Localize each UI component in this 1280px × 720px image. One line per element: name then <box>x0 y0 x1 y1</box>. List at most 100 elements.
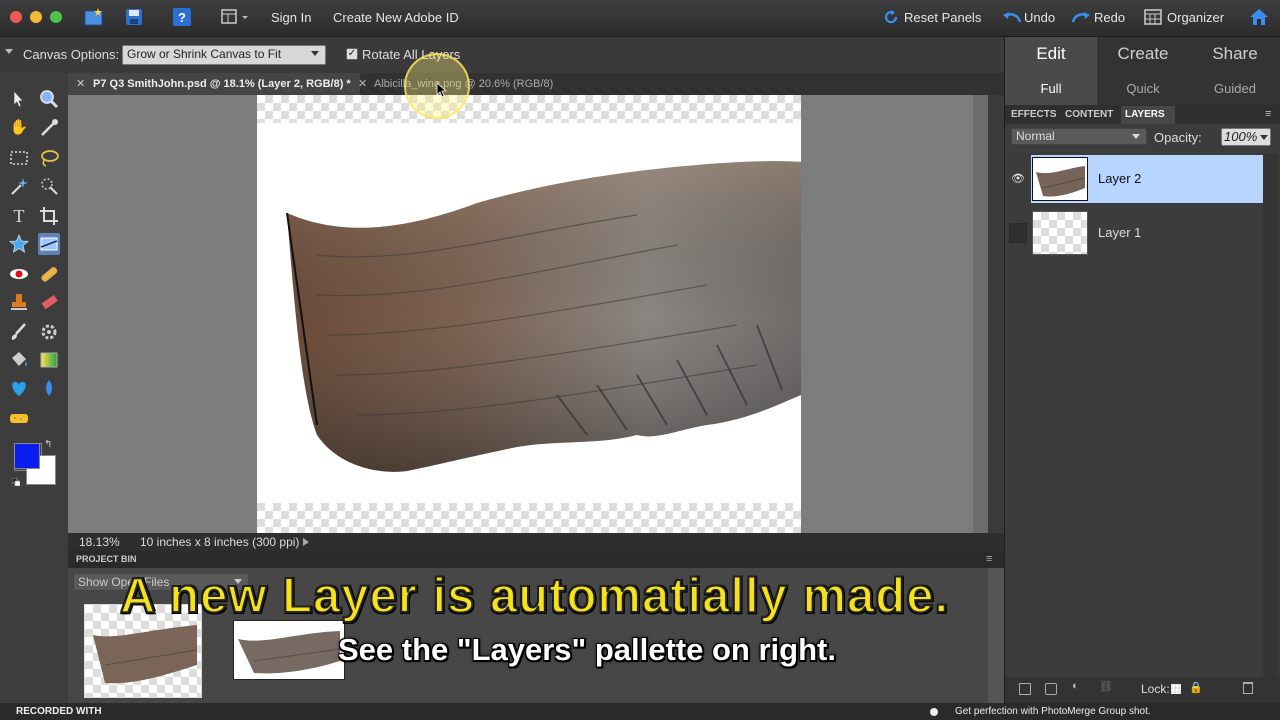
zoom-window-button[interactable] <box>50 11 62 23</box>
help-icon[interactable]: ? <box>172 7 192 27</box>
undo-button[interactable]: Undo <box>1024 10 1055 25</box>
smart-brush-tool-icon[interactable] <box>38 321 60 343</box>
canvas-options-value: Grow or Shrink Canvas to Fit <box>127 47 282 61</box>
layer-row-selected[interactable]: 👁 Layer 2 <box>1007 155 1263 203</box>
layer-row[interactable]: Layer 1 <box>1007 209 1263 257</box>
eye-icon[interactable]: 👁 <box>1011 172 1025 185</box>
crop-tool-icon[interactable] <box>38 205 60 227</box>
rectangular-marquee-tool-icon[interactable] <box>8 147 30 169</box>
close-tab-icon[interactable]: ✕ <box>76 73 85 95</box>
options-menu-icon[interactable] <box>5 49 13 54</box>
vertical-scrollbar[interactable] <box>973 95 988 533</box>
close-tab-icon[interactable]: ✕ <box>358 73 367 95</box>
default-colors-icon[interactable] <box>11 475 21 487</box>
tab-guided[interactable]: Guided <box>1189 73 1280 105</box>
sponge-tool-icon[interactable] <box>8 407 30 429</box>
red-eye-tool-icon[interactable] <box>8 263 30 285</box>
tool-options-bar: Canvas Options: Grow or Shrink Canvas to… <box>0 37 1004 74</box>
organizer-button[interactable]: Organizer <box>1167 10 1224 25</box>
new-layer-icon[interactable] <box>1019 683 1031 695</box>
panel-menu-icon[interactable]: ≡ <box>1265 109 1271 120</box>
move-tool-icon[interactable] <box>8 88 30 110</box>
document-tab-bar: ✕ P7 Q3 SmithJohn.psd @ 18.1% (Layer 2, … <box>68 73 1004 95</box>
document-size: 10 inches x 8 inches (300 ppi) <box>140 535 300 549</box>
brush-tool-icon[interactable] <box>8 321 30 343</box>
layers-scrollbar[interactable] <box>1263 153 1279 683</box>
lock-transparency-icon[interactable] <box>1171 684 1181 694</box>
hand-tool-icon[interactable]: ✋ <box>8 117 30 139</box>
type-tool-icon[interactable]: T <box>8 205 30 227</box>
tab-content[interactable]: CONTENT <box>1065 108 1117 122</box>
application-bar: ? Sign In Create New Adobe ID Reset Pane… <box>0 0 1280 37</box>
opacity-input[interactable]: 100% <box>1221 128 1271 146</box>
cookie-cutter-tool-icon[interactable] <box>8 233 30 255</box>
straighten-tool-icon[interactable] <box>38 233 60 255</box>
blend-mode-value: Normal <box>1016 129 1055 143</box>
caption-main: A new Layer is automatially made. <box>119 568 950 624</box>
swap-colors-icon[interactable]: ↰ <box>44 439 52 450</box>
clone-stamp-tool-icon[interactable] <box>8 291 30 313</box>
wing-image <box>286 161 801 472</box>
trash-icon[interactable] <box>1243 682 1253 694</box>
zoom-level: 18.13% <box>79 535 120 549</box>
status-menu-icon[interactable] <box>303 538 309 546</box>
tab-create[interactable]: Create <box>1097 37 1189 73</box>
redo-icon <box>1071 10 1091 27</box>
tip-text: Get perfection with PhotoMerge Group sho… <box>955 706 1151 717</box>
create-adobe-id-link[interactable]: Create New Adobe ID <box>333 10 459 25</box>
bin-scrollbar[interactable] <box>988 568 1004 703</box>
bin-thumbnail-wing[interactable] <box>233 620 345 680</box>
layers-footer: ◐ ⛓ Lock: 🔒 <box>1005 677 1280 703</box>
tab-effects[interactable]: EFFECTS <box>1011 108 1059 122</box>
lasso-tool-icon[interactable] <box>38 147 60 169</box>
new-file-icon[interactable] <box>84 7 104 27</box>
opacity-label: Opacity: <box>1154 130 1202 145</box>
close-window-button[interactable] <box>10 11 22 23</box>
chevron-down-icon <box>311 51 319 56</box>
blur-tool-icon[interactable] <box>38 377 60 399</box>
tab-layers[interactable]: LAYERS <box>1121 106 1175 124</box>
project-bin-header: PROJECT BIN ≡ <box>68 551 1004 568</box>
healing-brush-tool-icon[interactable] <box>38 263 60 285</box>
zoom-tool-icon[interactable] <box>38 88 60 110</box>
home-icon[interactable] <box>1249 8 1269 29</box>
tab-share[interactable]: Share <box>1189 37 1280 73</box>
magic-wand-tool-icon[interactable] <box>8 175 30 197</box>
reset-panels-icon <box>883 9 899 28</box>
minimize-window-button[interactable] <box>30 11 42 23</box>
project-bin-title: PROJECT BIN <box>76 554 137 564</box>
foreground-color-fill <box>14 443 40 469</box>
blend-mode-select[interactable]: Normal <box>1011 128 1147 145</box>
tab-full[interactable]: Full <box>1005 73 1097 105</box>
sign-in-link[interactable]: Sign In <box>271 10 311 25</box>
canvas-options-select[interactable]: Grow or Shrink Canvas to Fit <box>122 45 326 65</box>
quick-selection-tool-icon[interactable] <box>38 175 60 197</box>
panel-menu-icon[interactable]: ≡ <box>986 551 992 568</box>
gradient-tool-icon[interactable] <box>38 349 60 371</box>
paint-bucket-tool-icon[interactable] <box>8 349 30 371</box>
save-icon[interactable] <box>124 7 144 27</box>
document-tab-active[interactable]: ✕ P7 Q3 SmithJohn.psd @ 18.1% (Layer 2, … <box>68 73 360 95</box>
eyedropper-tool-icon[interactable] <box>38 117 60 139</box>
workspace-icon[interactable] <box>220 7 248 27</box>
reset-panels-button[interactable]: Reset Panels <box>904 10 981 25</box>
recorded-with-label: RECORDED WITH <box>16 706 102 717</box>
lock-all-icon[interactable]: 🔒 <box>1189 681 1203 694</box>
redo-button[interactable]: Redo <box>1094 10 1125 25</box>
mouse-cursor-icon <box>436 82 448 101</box>
custom-shape-tool-icon[interactable] <box>8 377 30 399</box>
eraser-tool-icon[interactable] <box>38 291 60 313</box>
canvas-options-label: Canvas Options: <box>23 47 120 62</box>
tab-quick[interactable]: Quick <box>1097 73 1189 105</box>
lock-label: Lock: <box>1141 682 1170 696</box>
tab-edit[interactable]: Edit <box>1005 37 1097 73</box>
rotate-all-layers-checkbox[interactable]: ✓ <box>346 48 358 60</box>
chevron-down-icon <box>1260 135 1268 140</box>
layer-name: Layer 2 <box>1098 171 1142 186</box>
link-layers-icon[interactable]: ⛓ <box>1099 680 1113 693</box>
visibility-toggle[interactable] <box>1009 223 1027 243</box>
document-canvas-area[interactable] <box>68 95 988 533</box>
layer-thumbnail <box>1032 211 1088 255</box>
adjustment-layer-icon[interactable]: ◐ <box>1072 680 1079 692</box>
layer-mask-icon[interactable] <box>1045 683 1057 695</box>
